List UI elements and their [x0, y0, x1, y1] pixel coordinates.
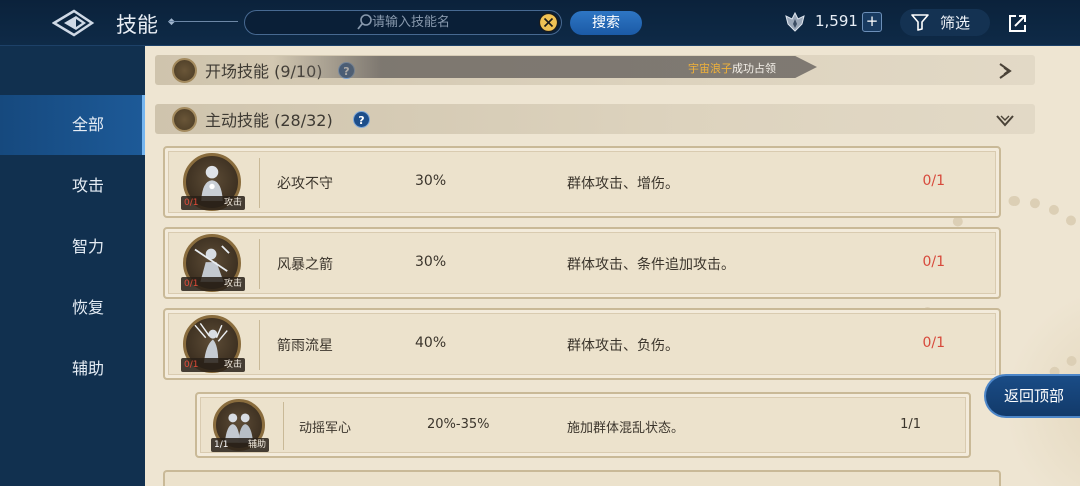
skill-tag-count: 1/1 — [214, 440, 229, 450]
sidebar-item-attack[interactable]: 攻击 — [0, 156, 145, 216]
divider — [259, 158, 260, 208]
page-title: 技能 — [116, 13, 158, 37]
category-label: 主动技能 (28/32) — [205, 111, 333, 130]
skill-tag-count: 0/1 — [184, 360, 199, 370]
skill-card[interactable]: 0/1 攻击 风暴之箭 30% 群体攻击、条件追加攻击。 0/1 — [163, 227, 1001, 299]
skill-name: 动摇军心 — [299, 421, 352, 436]
filter-button[interactable]: 筛选 — [900, 9, 990, 36]
skill-tag-count: 0/1 — [184, 279, 199, 289]
skill-tag: 0/1 攻击 — [181, 196, 245, 210]
divider — [259, 320, 260, 370]
skill-name: 箭雨流星 — [277, 338, 333, 354]
skill-count: 0/1 — [922, 173, 945, 189]
skill-description: 群体攻击、负伤。 — [567, 338, 679, 354]
title-divider — [168, 21, 238, 22]
skill-tag: 0/1 攻击 — [181, 277, 245, 291]
filter-label: 筛选 — [940, 14, 971, 32]
skill-list-panel: 开场技能 (9/10) ? 宇宙浪子成功占领 主动技能 (28/32) ? 0/… — [145, 46, 1080, 486]
sidebar-item-intellect[interactable]: 智力 — [0, 217, 145, 277]
skill-tag: 1/1 辅助 — [211, 438, 269, 452]
skill-rate: 30% — [415, 254, 447, 270]
skill-name: 风暴之箭 — [277, 257, 333, 273]
broadcast-message: 成功占领 — [732, 62, 776, 75]
skill-tag: 0/1 攻击 — [181, 358, 245, 372]
currency-value: 1,591 — [815, 12, 858, 30]
search-button[interactable]: 搜索 — [570, 11, 642, 35]
add-currency-button[interactable]: + — [862, 12, 882, 32]
skill-count: 0/1 — [922, 335, 945, 351]
sidebar-item-recovery[interactable]: 恢复 — [0, 278, 145, 338]
category-sidebar: 全部 攻击 智力 恢复 辅助 — [0, 46, 145, 486]
skill-description: 群体攻击、条件追加攻击。 — [567, 257, 735, 273]
sidebar-item-all[interactable]: 全部 — [0, 95, 145, 155]
crest-currency-icon — [785, 11, 805, 32]
chevron-right-icon[interactable] — [995, 61, 1015, 81]
skill-card[interactable]: 0/1 攻击 箭雨流星 40% 群体攻击、负伤。 0/1 — [163, 308, 1001, 380]
skill-description: 群体攻击、增伤。 — [567, 176, 679, 192]
skill-tag-type: 攻击 — [223, 198, 242, 208]
skill-description: 施加群体混乱状态。 — [567, 421, 685, 436]
skill-tag-type: 辅助 — [247, 440, 266, 450]
skill-tag-type: 攻击 — [223, 279, 242, 289]
title-ornament: ◆ — [168, 17, 175, 27]
skill-tag-count: 0/1 — [184, 198, 199, 208]
share-icon[interactable] — [1007, 12, 1029, 34]
skill-rate: 30% — [415, 173, 447, 189]
help-icon[interactable]: ? — [353, 111, 370, 128]
sidebar-item-support[interactable]: 辅助 — [0, 339, 145, 399]
skill-count: 1/1 — [900, 417, 921, 432]
top-bar: 技能 ◆ 搜索 1,591 + 筛选 — [0, 0, 1080, 46]
clear-icon[interactable] — [538, 12, 559, 33]
chevron-down-icon[interactable] — [995, 110, 1015, 130]
flag-icon — [172, 107, 197, 132]
skill-card[interactable]: 0/1 攻击 必攻不守 30% 群体攻击、增伤。 0/1 — [163, 146, 1001, 218]
skill-card-partial[interactable] — [163, 470, 1001, 486]
back-to-top-button[interactable]: 返回顶部 — [984, 374, 1080, 418]
skill-rate: 40% — [415, 335, 447, 351]
broadcast-text: 宇宙浪子成功占领 — [688, 60, 776, 76]
divider — [283, 402, 284, 450]
category-active-skills[interactable]: 主动技能 (28/32) ? — [155, 104, 1035, 134]
sub-skill-card[interactable]: 1/1 辅助 动摇军心 20%-35% 施加群体混乱状态。 1/1 — [195, 392, 971, 458]
filter-icon — [911, 14, 929, 31]
skill-name: 必攻不守 — [277, 176, 333, 192]
skill-tag-type: 攻击 — [223, 360, 242, 370]
skill-count: 0/1 — [922, 254, 945, 270]
broadcast-player-name: 宇宙浪子 — [688, 62, 732, 75]
divider — [259, 239, 260, 289]
feather-icon — [172, 58, 197, 83]
search-input[interactable] — [372, 12, 532, 32]
back-arrow-icon[interactable] — [52, 8, 96, 38]
skill-rate: 20%-35% — [427, 417, 490, 432]
search-icon — [357, 14, 372, 30]
